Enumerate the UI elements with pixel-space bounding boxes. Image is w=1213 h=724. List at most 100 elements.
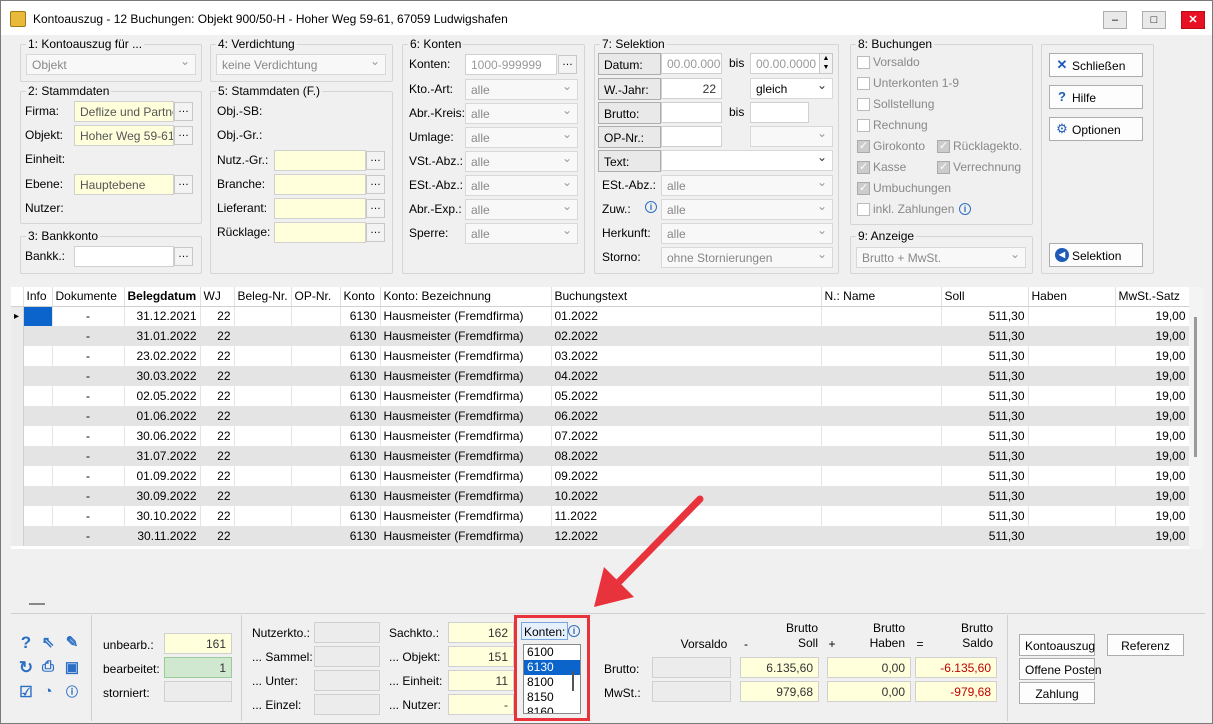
help-icon[interactable]: ?: [16, 633, 36, 653]
table-cell[interactable]: 30.10.2022: [124, 506, 201, 526]
table-cell[interactable]: 6130: [340, 466, 381, 486]
kontoauszug-button[interactable]: Kontoauszug: [1019, 634, 1095, 656]
office-icon[interactable]: ▣: [62, 658, 82, 676]
table-cell[interactable]: 511,30: [941, 306, 1029, 326]
verrechnung-checkbox[interactable]: Verrechnung: [937, 160, 1021, 174]
table-cell[interactable]: [291, 386, 341, 406]
nutz-gr-browse-button[interactable]: …: [366, 151, 385, 170]
table-cell[interactable]: 22: [200, 406, 235, 426]
umbuchungen-checkbox[interactable]: Umbuchungen: [857, 181, 951, 195]
table-cell[interactable]: [23, 406, 53, 426]
table-row[interactable]: -01.09.2022 22 6130 Hausmeister (Fremdfirma…: [11, 466, 1189, 486]
lieferant-browse-button[interactable]: …: [366, 199, 385, 218]
offene-posten-button[interactable]: Offene Posten: [1019, 658, 1102, 680]
sollstellung-checkbox[interactable]: Sollstellung: [857, 97, 934, 111]
table-cell[interactable]: 01.06.2022: [124, 406, 201, 426]
table-cell[interactable]: [821, 446, 942, 466]
table-cell[interactable]: 02.2022: [551, 326, 822, 346]
ebene-field[interactable]: Hauptebene: [74, 174, 174, 195]
table-cell[interactable]: [234, 406, 292, 426]
table-cell[interactable]: [291, 446, 341, 466]
table-cell[interactable]: [1028, 346, 1116, 366]
zahlung-button[interactable]: Zahlung: [1019, 682, 1095, 704]
refresh-icon[interactable]: ↻: [16, 658, 36, 678]
table-cell[interactable]: 08.2022: [551, 446, 822, 466]
column-header[interactable]: Buchungstext: [551, 287, 822, 307]
info-icon[interactable]: i: [959, 203, 971, 215]
konten-input[interactable]: 1000-999999: [465, 54, 557, 75]
table-cell[interactable]: 19,00: [1115, 526, 1189, 546]
column-header[interactable]: Belegdatum: [124, 287, 201, 307]
table-cell[interactable]: 19,00: [1115, 466, 1189, 486]
table-cell[interactable]: 30.09.2022: [124, 486, 201, 506]
ebene-browse-button[interactable]: …: [174, 175, 193, 194]
brutto-from-input[interactable]: [661, 102, 722, 123]
table-cell[interactable]: Hausmeister (Fremdfirma): [380, 506, 552, 526]
table-cell[interactable]: 6130: [340, 366, 381, 386]
splitter-handle[interactable]: [29, 603, 45, 605]
table-cell[interactable]: [1028, 446, 1116, 466]
table-cell[interactable]: 6130: [340, 386, 381, 406]
est-abz-sel-select[interactable]: alle: [661, 175, 833, 196]
table-cell[interactable]: 19,00: [1115, 326, 1189, 346]
table-cell[interactable]: [821, 506, 942, 526]
vorsaldo-checkbox[interactable]: Vorsaldo: [857, 55, 920, 69]
table-cell[interactable]: 19,00: [1115, 446, 1189, 466]
table-cell[interactable]: 6130: [340, 346, 381, 366]
inkl-zahlungen-checkbox[interactable]: inkl. Zahlungen: [857, 202, 954, 216]
table-cell[interactable]: -: [52, 486, 125, 506]
table-cell[interactable]: Hausmeister (Fremdfirma): [380, 526, 552, 546]
table-cell[interactable]: 22: [200, 446, 235, 466]
datum-spin-button[interactable]: ▲ ▼: [819, 53, 833, 74]
close-window-button[interactable]: ✕: [1181, 11, 1205, 29]
column-header[interactable]: Info: [23, 287, 53, 307]
table-cell[interactable]: Hausmeister (Fremdfirma): [380, 346, 552, 366]
hilfe-button[interactable]: ? Hilfe: [1049, 85, 1143, 109]
abr-exp-select[interactable]: alle: [465, 199, 578, 220]
est-abz-select[interactable]: alle: [465, 175, 578, 196]
table-cell[interactable]: 19,00: [1115, 386, 1189, 406]
ruecklagekto-checkbox[interactable]: Rücklagekto.: [937, 139, 1022, 153]
table-cell[interactable]: [234, 486, 292, 506]
column-header[interactable]: Dokumente: [52, 287, 125, 307]
table-cell[interactable]: 19,00: [1115, 306, 1189, 326]
table-cell[interactable]: 22: [200, 326, 235, 346]
pie-chart-icon[interactable]: ◔: [38, 683, 58, 700]
column-header[interactable]: Beleg-Nr.: [234, 287, 292, 307]
table-cell[interactable]: -: [52, 426, 125, 446]
table-cell[interactable]: Hausmeister (Fremdfirma): [380, 426, 552, 446]
table-cell[interactable]: [23, 346, 53, 366]
ruecklage-field[interactable]: [274, 222, 366, 243]
table-cell[interactable]: Hausmeister (Fremdfirma): [380, 326, 552, 346]
table-cell[interactable]: 01.2022: [551, 306, 822, 326]
column-header[interactable]: OP-Nr.: [291, 287, 341, 307]
row-indicator[interactable]: [11, 406, 24, 426]
table-cell[interactable]: [821, 406, 942, 426]
column-header[interactable]: Konto: [340, 287, 381, 307]
objekt-field[interactable]: Hoher Weg 59-61,: [74, 125, 174, 146]
table-cell[interactable]: [234, 466, 292, 486]
abr-kreis-select[interactable]: alle: [465, 103, 578, 124]
table-cell[interactable]: [1028, 466, 1116, 486]
table-cell[interactable]: 511,30: [941, 326, 1029, 346]
info-icon[interactable]: i: [645, 201, 657, 213]
wjahr-input[interactable]: 22: [661, 78, 722, 99]
table-cell[interactable]: [234, 526, 292, 546]
table-cell[interactable]: 09.2022: [551, 466, 822, 486]
table-cell[interactable]: 511,30: [941, 426, 1029, 446]
verdichtung-select[interactable]: keine Verdichtung: [216, 54, 386, 75]
table-cell[interactable]: 6130: [340, 446, 381, 466]
table-cell[interactable]: 22: [200, 526, 235, 546]
table-row[interactable]: -31.07.2022 22 6130 Hausmeister (Fremdfirma…: [11, 446, 1189, 466]
pencil-icon[interactable]: ✎: [62, 633, 82, 651]
table-cell[interactable]: 19,00: [1115, 426, 1189, 446]
wjahr-operator-select[interactable]: gleich: [750, 78, 833, 99]
row-indicator[interactable]: [11, 526, 24, 546]
table-cell[interactable]: Hausmeister (Fremdfirma): [380, 406, 552, 426]
table-cell[interactable]: 22: [200, 366, 235, 386]
table-cell[interactable]: 511,30: [941, 366, 1029, 386]
row-indicator[interactable]: [11, 426, 24, 446]
column-header[interactable]: MwSt.-Satz: [1115, 287, 1189, 307]
table-cell[interactable]: -: [52, 446, 125, 466]
row-indicator[interactable]: [11, 346, 24, 366]
